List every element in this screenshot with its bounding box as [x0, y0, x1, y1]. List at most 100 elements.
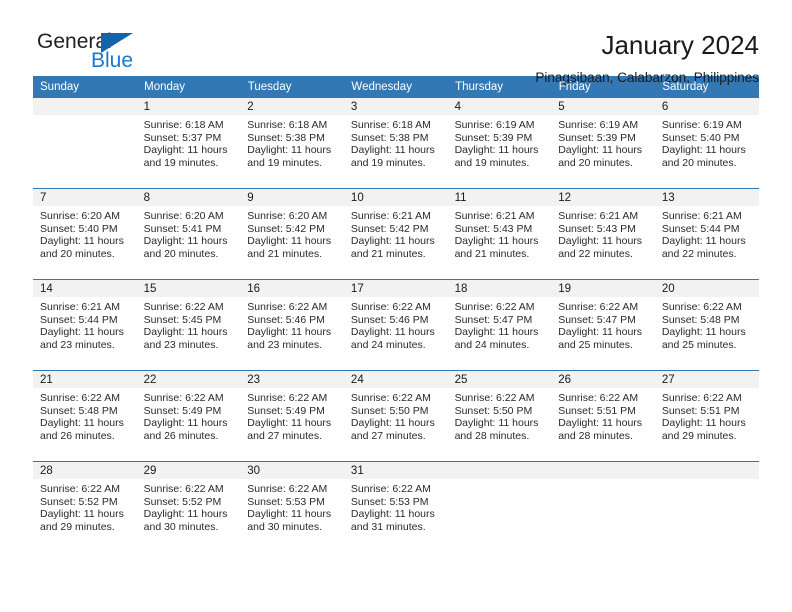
calendar-week-row: 1 Sunrise: 6:18 AM Sunset: 5:37 PM Daylight…: [33, 98, 759, 189]
day-number: 28: [33, 462, 137, 479]
day-sun-info: Sunrise: 6:18 AM Sunset: 5:38 PM Daylight:…: [240, 115, 344, 169]
sunrise-text: Sunrise: 6:18 AM: [247, 119, 328, 131]
calendar-day-cell[interactable]: 12 Sunrise: 6:21 AM Sunset: 5:43 PM Dayligh…: [551, 188, 655, 280]
daylight-text-line2: and 30 minutes.: [247, 520, 322, 533]
day-sun-info: Sunrise: 6:21 AM Sunset: 5:43 PM Daylight:…: [551, 206, 655, 260]
sunset-text: Sunset: 5:38 PM: [247, 131, 325, 144]
calendar-day-cell[interactable]: 25 Sunrise: 6:22 AM Sunset: 5:50 PM Dayligh…: [447, 370, 552, 462]
calendar-day-cell[interactable]: 13 Sunrise: 6:21 AM Sunset: 5:44 PM Dayligh…: [654, 188, 759, 280]
calendar-day-cell[interactable]: 31 Sunrise: 6:22 AM Sunset: 5:53 PM Dayligh…: [343, 461, 448, 552]
calendar-day-cell[interactable]: 29 Sunrise: 6:22 AM Sunset: 5:52 PM Dayligh…: [136, 461, 241, 552]
general-blue-logo[interactable]: General Blue: [33, 30, 163, 78]
day-sun-info: Sunrise: 6:22 AM Sunset: 5:47 PM Daylight:…: [448, 297, 552, 351]
page-title: January 2024: [601, 30, 759, 60]
sunrise-text: Sunrise: 6:18 AM: [143, 119, 224, 131]
daylight-text-line2: and 19 minutes.: [143, 156, 219, 169]
calendar-day-cell[interactable]: 24 Sunrise: 6:22 AM Sunset: 5:50 PM Dayligh…: [343, 370, 448, 462]
daylight-text-line1: Daylight: 11 hours: [350, 326, 435, 339]
day-number: 13: [654, 189, 759, 206]
daylight-text-line2: and 25 minutes.: [558, 338, 633, 351]
calendar-day-cell[interactable]: 7 Sunrise: 6:20 AM Sunset: 5:40 PM Daylight…: [33, 188, 137, 280]
sunrise-text: Sunrise: 6:19 AM: [558, 119, 639, 131]
sunrise-text: Sunrise: 6:18 AM: [350, 119, 431, 131]
calendar-day-cell[interactable]: 15 Sunrise: 6:22 AM Sunset: 5:45 PM Dayligh…: [136, 279, 241, 371]
day-number: 27: [654, 371, 759, 388]
calendar-day-cell[interactable]: 14 Sunrise: 6:21 AM Sunset: 5:44 PM Dayligh…: [33, 279, 137, 371]
sunrise-text: Sunrise: 6:22 AM: [350, 301, 431, 313]
sunrise-text: Sunrise: 6:22 AM: [350, 392, 431, 404]
sunset-text: Sunset: 5:50 PM: [350, 404, 429, 417]
sunset-text: Sunset: 5:40 PM: [661, 131, 740, 144]
day-sun-info: Sunrise: 6:22 AM Sunset: 5:52 PM Daylight:…: [137, 479, 241, 533]
sunset-text: Sunset: 5:42 PM: [350, 222, 429, 235]
day-number: 5: [551, 98, 655, 115]
calendar-day-cell[interactable]: 9 Sunrise: 6:20 AM Sunset: 5:42 PM Daylight…: [240, 188, 344, 280]
daylight-text-line2: and 21 minutes.: [454, 247, 530, 260]
sunset-text: Sunset: 5:51 PM: [661, 404, 740, 417]
daylight-text-line1: Daylight: 11 hours: [143, 508, 228, 521]
day-number: 22: [136, 371, 241, 388]
calendar-day-cell[interactable]: 5 Sunrise: 6:19 AM Sunset: 5:39 PM Daylight…: [551, 98, 655, 189]
day-sun-info: Sunrise: 6:22 AM Sunset: 5:53 PM Daylight:…: [344, 479, 448, 533]
daylight-text-line1: Daylight: 11 hours: [350, 508, 435, 521]
daylight-text-line1: Daylight: 11 hours: [558, 326, 643, 339]
sunrise-text: Sunrise: 6:22 AM: [143, 483, 224, 495]
calendar-day-cell[interactable]: 18 Sunrise: 6:22 AM Sunset: 5:47 PM Dayligh…: [447, 279, 552, 371]
daylight-text-line2: and 22 minutes.: [558, 247, 633, 260]
daylight-text-line2: and 29 minutes.: [661, 429, 737, 442]
calendar-day-cell[interactable]: 3 Sunrise: 6:18 AM Sunset: 5:38 PM Daylight…: [343, 98, 448, 189]
sunrise-text: Sunrise: 6:22 AM: [247, 301, 328, 313]
daylight-text-line2: and 26 minutes.: [143, 429, 219, 442]
calendar-day-cell[interactable]: 17 Sunrise: 6:22 AM Sunset: 5:46 PM Dayligh…: [343, 279, 448, 371]
calendar-day-cell[interactable]: 21 Sunrise: 6:22 AM Sunset: 5:48 PM Dayligh…: [33, 370, 137, 462]
day-number: 7: [33, 189, 137, 206]
calendar-day-cell[interactable]: 16 Sunrise: 6:22 AM Sunset: 5:46 PM Dayligh…: [240, 279, 344, 371]
daylight-text-line1: Daylight: 11 hours: [350, 144, 435, 157]
title-block: January 2024 Pinagsibaan, Calabarzon, Ph…: [535, 30, 759, 87]
daylight-text-line2: and 25 minutes.: [661, 338, 737, 351]
calendar-day-cell[interactable]: 22 Sunrise: 6:22 AM Sunset: 5:49 PM Dayligh…: [136, 370, 241, 462]
day-number: 11: [447, 189, 552, 206]
daylight-text-line2: and 20 minutes.: [143, 247, 219, 260]
sunset-text: Sunset: 5:43 PM: [454, 222, 533, 235]
calendar-day-cell[interactable]: 20 Sunrise: 6:22 AM Sunset: 5:48 PM Dayligh…: [654, 279, 759, 371]
calendar-day-cell[interactable]: 10 Sunrise: 6:21 AM Sunset: 5:42 PM Dayligh…: [343, 188, 448, 280]
daylight-text-line2: and 19 minutes.: [247, 156, 322, 169]
daylight-text-line1: Daylight: 11 hours: [350, 235, 435, 248]
day-number: 18: [447, 280, 552, 297]
day-sun-info: Sunrise: 6:18 AM Sunset: 5:38 PM Daylight:…: [344, 115, 448, 169]
day-number: 25: [447, 371, 552, 388]
calendar-week-row: 21 Sunrise: 6:22 AM Sunset: 5:48 PM Dayligh…: [33, 370, 759, 462]
sunset-text: Sunset: 5:52 PM: [143, 495, 222, 508]
calendar-day-cell[interactable]: 6 Sunrise: 6:19 AM Sunset: 5:40 PM Daylight…: [654, 98, 759, 189]
day-sun-info: Sunrise: 6:18 AM Sunset: 5:37 PM Daylight:…: [137, 115, 241, 169]
calendar-day-cell[interactable]: 2 Sunrise: 6:18 AM Sunset: 5:38 PM Daylight…: [240, 98, 344, 189]
day-sun-info: Sunrise: 6:22 AM Sunset: 5:50 PM Daylight:…: [344, 388, 448, 442]
calendar-day-cell[interactable]: 27 Sunrise: 6:22 AM Sunset: 5:51 PM Dayligh…: [654, 370, 759, 462]
day-sun-info: Sunrise: 6:22 AM Sunset: 5:49 PM Daylight:…: [137, 388, 241, 442]
day-sun-info: Sunrise: 6:21 AM Sunset: 5:42 PM Daylight:…: [344, 206, 448, 260]
calendar-day-cell[interactable]: 28 Sunrise: 6:22 AM Sunset: 5:52 PM Dayligh…: [33, 461, 137, 552]
calendar-day-cell[interactable]: 11 Sunrise: 6:21 AM Sunset: 5:43 PM Dayligh…: [447, 188, 552, 280]
calendar-day-cell[interactable]: 23 Sunrise: 6:22 AM Sunset: 5:49 PM Dayligh…: [240, 370, 344, 462]
sunset-text: Sunset: 5:52 PM: [40, 495, 118, 508]
calendar-day-cell[interactable]: 4 Sunrise: 6:19 AM Sunset: 5:39 PM Daylight…: [447, 98, 552, 189]
day-sun-info: Sunrise: 6:20 AM Sunset: 5:41 PM Daylight:…: [137, 206, 241, 260]
calendar-day-cell[interactable]: 1 Sunrise: 6:18 AM Sunset: 5:37 PM Daylight…: [136, 98, 241, 189]
calendar-day-cell[interactable]: 26 Sunrise: 6:22 AM Sunset: 5:51 PM Dayligh…: [551, 370, 655, 462]
daylight-text-line2: and 20 minutes.: [40, 247, 115, 260]
day-sun-info: Sunrise: 6:20 AM Sunset: 5:42 PM Daylight:…: [240, 206, 344, 260]
sunset-text: Sunset: 5:53 PM: [247, 495, 325, 508]
daylight-text-line2: and 26 minutes.: [40, 429, 115, 442]
daylight-text-line2: and 27 minutes.: [350, 429, 426, 442]
sunset-text: Sunset: 5:39 PM: [454, 131, 533, 144]
calendar-cell-empty: [33, 98, 137, 189]
daylight-text-line1: Daylight: 11 hours: [558, 144, 643, 157]
day-number: [33, 98, 137, 115]
day-sun-info: Sunrise: 6:22 AM Sunset: 5:46 PM Daylight:…: [240, 297, 344, 351]
day-number: 10: [343, 189, 448, 206]
calendar-day-cell[interactable]: 8 Sunrise: 6:20 AM Sunset: 5:41 PM Daylight…: [136, 188, 241, 280]
sunrise-text: Sunrise: 6:22 AM: [558, 392, 639, 404]
calendar-day-cell[interactable]: 30 Sunrise: 6:22 AM Sunset: 5:53 PM Dayligh…: [240, 461, 344, 552]
calendar-day-cell[interactable]: 19 Sunrise: 6:22 AM Sunset: 5:47 PM Dayligh…: [551, 279, 655, 371]
